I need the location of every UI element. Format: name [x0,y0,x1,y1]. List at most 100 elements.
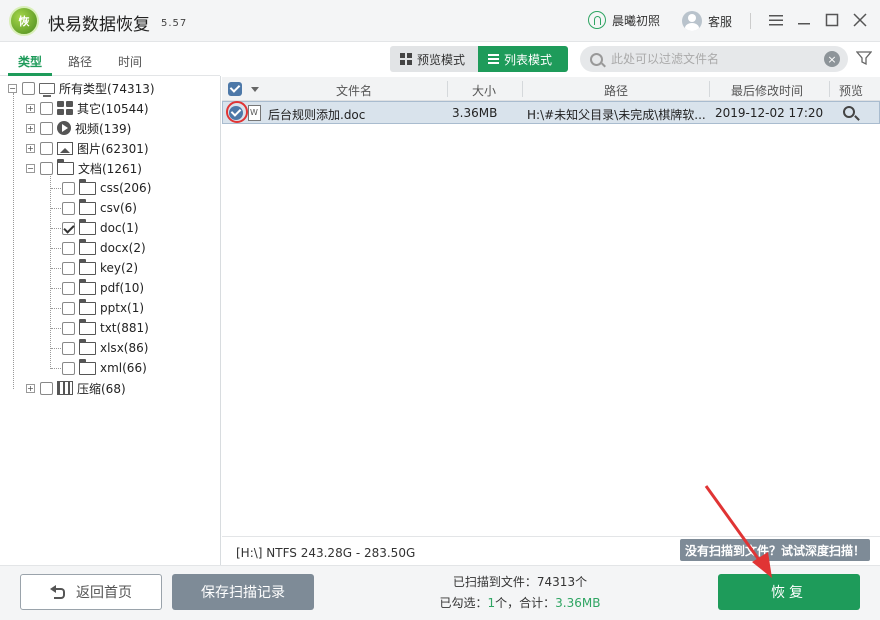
column-size[interactable]: 大小 [472,82,496,99]
search-input[interactable] [611,52,821,66]
tab-path[interactable]: 路径 [68,53,92,70]
checkbox[interactable] [62,241,75,255]
scanned-label: 已扫描到文件： [452,575,537,589]
avatar-icon [682,11,702,31]
expand-icon[interactable]: + [26,143,35,153]
customer-service-button[interactable]: 客服 [682,11,732,31]
table-row[interactable]: 后台规则添加.doc 3.36MB H:\#未知父目录\未完成\棋牌软... 2… [222,101,880,124]
checkbox[interactable] [40,161,53,175]
checkbox[interactable] [22,81,35,95]
file-table-header: 文件名 大小 路径 最后修改时间 预览 [222,77,880,101]
computer-icon [39,82,55,97]
video-icon [57,121,71,135]
checkbox[interactable] [62,201,75,215]
checkbox[interactable] [62,261,75,275]
column-modified[interactable]: 最后修改时间 [731,82,803,99]
filter-icon[interactable] [855,50,873,66]
tab-time[interactable]: 时间 [118,53,142,70]
tree-label: key(2) [100,261,139,275]
preview-magnifier-icon[interactable] [843,106,855,118]
chevron-down-icon[interactable] [251,87,259,92]
grid-icon [400,53,412,65]
tree-item-xlsx[interactable]: xlsx(86) [62,338,148,358]
tree-item-doc[interactable]: doc(1) [62,218,139,238]
checkbox[interactable] [62,181,75,195]
return-arrow-icon [50,585,65,599]
collapse-icon[interactable]: − [8,83,17,93]
tree-item-all[interactable]: − 所有类型(74313) [8,78,155,98]
tree-item-csv[interactable]: csv(6) [62,198,137,218]
preview-mode-button[interactable]: 预览模式 [390,46,478,72]
tree-item-archive[interactable]: + 压缩(68) [26,378,126,398]
tree-label: 其它(10544) [77,101,149,116]
tree-item-key[interactable]: key(2) [62,258,138,278]
tree-item-docx[interactable]: docx(2) [62,238,146,258]
checkbox-checked[interactable] [62,221,75,235]
tree-label: pptx(1) [100,301,145,315]
minimize-icon[interactable] [794,10,814,30]
tree-item-pdf[interactable]: pdf(10) [62,278,144,298]
selected-label: 已勾选： [439,596,488,610]
tree-label: css(206) [100,181,152,195]
scan-summary: 已扫描到文件：74313个 已勾选：1个，合计：3.36MB [420,572,620,614]
app-logo-icon: 恢 [9,6,39,36]
tree-item-css[interactable]: css(206) [62,178,151,198]
expand-icon[interactable]: + [26,383,35,393]
apps-icon [57,101,73,115]
save-scan-record-button[interactable]: 保存扫描记录 [172,574,314,610]
close-icon[interactable] [850,10,870,30]
list-icon [488,54,499,64]
tree-label: 所有类型(74313) [59,81,155,96]
tree-item-image[interactable]: + 图片(62301) [26,138,149,158]
archive-icon [57,381,73,395]
checkbox[interactable] [62,301,75,315]
folder-icon [79,178,96,195]
checkbox[interactable] [62,361,75,375]
preview-mode-label: 预览模式 [417,52,466,67]
checkbox[interactable] [62,341,75,355]
tree-item-other[interactable]: + 其它(10544) [26,98,149,118]
tree-item-video[interactable]: + 视频(139) [26,118,131,138]
column-filename[interactable]: 文件名 [336,82,372,99]
selected-count: 1 [487,596,496,610]
user-name: 晨曦初照 [612,13,661,28]
user-account[interactable]: 晨曦初照 [588,11,660,29]
folder-icon [79,218,96,235]
maximize-icon[interactable] [822,10,842,30]
list-mode-button[interactable]: 列表模式 [478,46,568,72]
search-icon [590,52,603,66]
column-preview: 预览 [839,84,864,98]
search-box: × [580,46,848,72]
tree-label: xml(66) [100,361,147,375]
clear-icon[interactable]: × [824,51,840,67]
tree-item-txt[interactable]: txt(881) [62,318,149,338]
checkbox[interactable] [40,121,53,135]
checkbox[interactable] [40,381,53,395]
expand-icon[interactable]: + [26,103,35,113]
column-path[interactable]: 路径 [604,82,628,99]
tree-item-xml[interactable]: xml(66) [62,358,147,378]
checkbox[interactable] [62,321,75,335]
scanned-count: 74313个 [536,575,588,589]
tree-item-documents[interactable]: − 文档(1261) [26,158,142,178]
checkbox[interactable] [62,281,75,295]
app-version: 5.57 [161,18,188,29]
back-home-button[interactable]: 返回首页 [20,574,162,610]
tab-type[interactable]: 类型 [18,53,42,70]
tree-label: doc(1) [100,221,139,235]
checkbox[interactable] [40,141,53,155]
collapse-icon[interactable]: − [26,163,35,173]
cell-filename: 后台规则添加.doc [268,108,366,122]
menu-icon[interactable] [766,10,786,30]
checkbox[interactable] [40,101,53,115]
select-all-checkbox[interactable] [228,82,242,96]
cell-size: 3.36MB [452,106,498,120]
list-mode-label: 列表模式 [504,52,553,67]
word-doc-icon [248,105,261,121]
tree-label: csv(6) [100,201,137,215]
folder-icon [79,358,96,375]
selected-size: 3.36MB [555,596,601,610]
folder-icon [79,198,96,215]
tree-item-pptx[interactable]: pptx(1) [62,298,144,318]
expand-icon[interactable]: + [26,123,35,133]
